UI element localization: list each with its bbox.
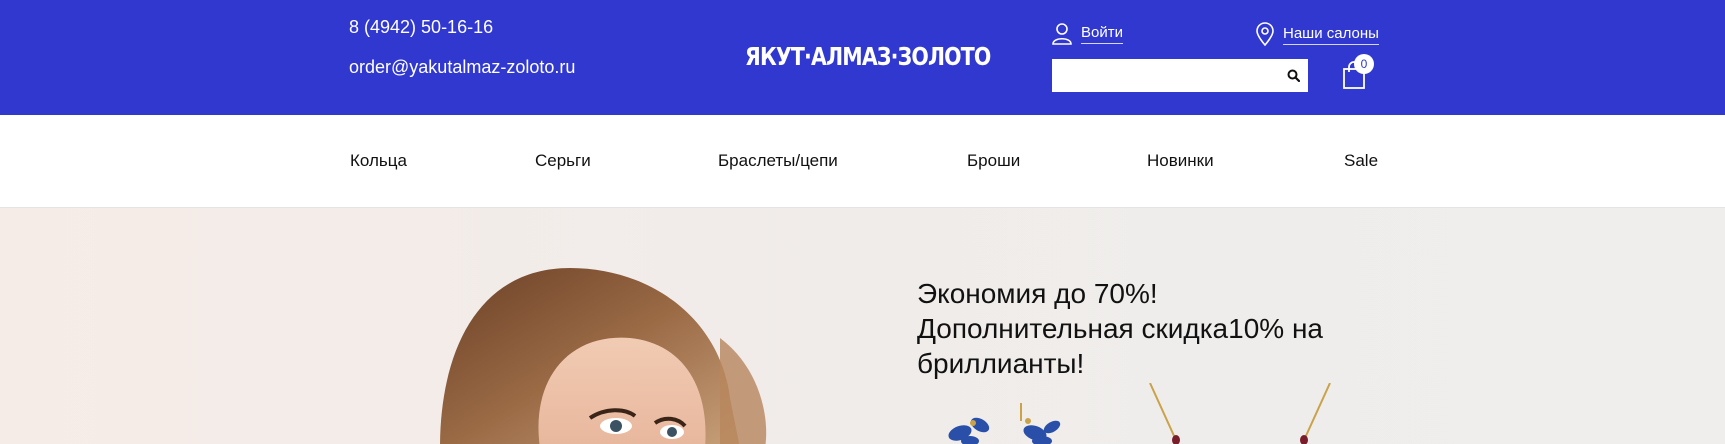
search-icon [1287, 69, 1300, 82]
login-link[interactable]: Войти [1051, 22, 1123, 46]
hero-banner[interactable]: Экономия до 70%! Дополнительная скидка10… [0, 208, 1725, 444]
search-input[interactable] [1060, 60, 1274, 91]
search-box [1052, 59, 1308, 92]
nav-item-brooches[interactable]: Броши [967, 151, 1020, 171]
user-icon [1052, 23, 1072, 45]
hero-title-line: Экономия до 70%! [917, 278, 1158, 309]
site-header: 8 (4942) 50-16-16 order@yakutalmaz-zolot… [0, 0, 1725, 115]
map-pin-icon [1256, 22, 1274, 47]
site-logo[interactable]: ЯКУТ·АЛМАЗ·ЗОЛОТО [745, 42, 991, 71]
salons-link[interactable]: Наши салоны [1255, 22, 1379, 47]
hero-title-line: бриллианты! [917, 348, 1085, 379]
nav-item-bracelets[interactable]: Браслеты/цепи [718, 151, 838, 171]
jewelry-photo [948, 383, 1331, 444]
nav-item-sale[interactable]: Sale [1344, 151, 1378, 171]
main-navigation: Кольца Серьги Браслеты/цепи Броши Новинк… [0, 115, 1725, 208]
salons-label[interactable]: Наши салоны [1283, 25, 1379, 45]
cart-count-badge: 0 [1354, 54, 1374, 74]
nav-item-earrings[interactable]: Серьги [535, 151, 591, 171]
nav-item-rings[interactable]: Кольца [350, 151, 407, 171]
phone-number[interactable]: 8 (4942) 50-16-16 [349, 17, 493, 38]
hero-title: Экономия до 70%! Дополнительная скидка10… [917, 276, 1387, 381]
model-photo [440, 268, 767, 444]
login-label[interactable]: Войти [1081, 24, 1123, 44]
email-link[interactable]: order@yakutalmaz-zoloto.ru [349, 57, 575, 78]
search-button[interactable] [1278, 59, 1308, 92]
nav-item-new[interactable]: Новинки [1147, 151, 1214, 171]
hero-title-line: Дополнительная скидка10% на [917, 313, 1323, 344]
